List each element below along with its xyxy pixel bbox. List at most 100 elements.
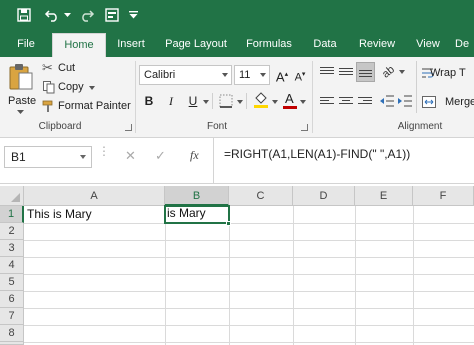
format-painter-label: Format Painter: [58, 100, 131, 112]
customize-qat-icon[interactable]: [126, 5, 140, 25]
column-header-d[interactable]: D: [293, 186, 355, 206]
chevron-down-icon: [222, 73, 228, 77]
underline-button[interactable]: U: [185, 92, 201, 110]
column-header-b[interactable]: B: [165, 186, 229, 206]
wrap-text-button[interactable]: Wrap T: [422, 65, 474, 83]
bottom-align-icon[interactable]: [356, 62, 375, 82]
grow-font-icon: A: [275, 69, 285, 85]
row-header-3[interactable]: 3: [0, 240, 24, 257]
font-dialog-launcher-icon[interactable]: [301, 124, 308, 131]
copy-button[interactable]: Copy: [42, 80, 98, 96]
merge-icon: [422, 96, 436, 108]
chevron-down-icon: [260, 73, 266, 77]
clipboard-group-label: Clipboard: [38, 121, 82, 132]
format-painter-button[interactable]: Format Painter: [42, 99, 132, 115]
font-size-select[interactable]: 11: [234, 65, 270, 85]
chevron-down-icon[interactable]: [300, 100, 306, 104]
shrink-font-icon: A: [294, 71, 302, 84]
decrease-indent-icon[interactable]: [380, 94, 394, 108]
row-header-4[interactable]: 4: [0, 257, 24, 274]
svg-text:ab: ab: [381, 64, 397, 79]
column-header-a[interactable]: A: [24, 186, 165, 206]
row-header-5[interactable]: 5: [0, 274, 24, 291]
name-box[interactable]: B1: [4, 146, 92, 168]
gridline: [229, 206, 230, 345]
paintbrush-icon: [42, 100, 53, 112]
cell-b1[interactable]: is Mary: [164, 205, 230, 224]
font-name-select[interactable]: Calibri: [139, 65, 232, 85]
middle-align-icon[interactable]: [339, 65, 355, 79]
align-right-icon[interactable]: [358, 95, 374, 109]
font-color-button[interactable]: A: [283, 91, 297, 109]
top-align-icon[interactable]: [320, 65, 336, 79]
column-header-c[interactable]: C: [229, 186, 293, 206]
font-name-value: Calibri: [144, 69, 176, 81]
formula-input[interactable]: =RIGHT(A1,LEN(A1)-FIND(" ",A1)): [213, 138, 474, 183]
tab-file[interactable]: File: [8, 31, 44, 57]
worksheet-grid: A B C D E F 1 2 3 4 5 6 7 8 9 This is Ma…: [0, 186, 474, 345]
borders-icon[interactable]: [219, 94, 233, 108]
italic-button[interactable]: I: [163, 92, 179, 110]
enter-icon[interactable]: ✓: [155, 148, 166, 164]
redo-icon[interactable]: [78, 5, 96, 25]
chevron-down-icon[interactable]: [272, 100, 278, 104]
tab-developer[interactable]: De: [455, 31, 474, 57]
bold-button[interactable]: B: [141, 92, 157, 110]
gridline: [24, 240, 474, 241]
tab-review[interactable]: Review: [352, 31, 402, 57]
row-header-2[interactable]: 2: [0, 223, 24, 240]
grow-font-button[interactable]: A▴: [274, 66, 290, 84]
cancel-icon[interactable]: ✕: [125, 148, 136, 164]
clipboard-icon: [9, 64, 33, 90]
clipboard-dialog-launcher-icon[interactable]: [125, 124, 132, 131]
tab-page-layout[interactable]: Page Layout: [160, 31, 232, 57]
shrink-font-button[interactable]: A▾: [292, 66, 308, 84]
tab-view[interactable]: View: [410, 31, 446, 57]
gridline: [165, 206, 166, 345]
orientation-icon[interactable]: ab: [381, 63, 397, 79]
copy-label: Copy: [58, 81, 84, 93]
column-header-f[interactable]: F: [413, 186, 474, 206]
save-icon[interactable]: [14, 5, 34, 25]
chevron-down-icon[interactable]: [203, 100, 209, 104]
insert-function-icon[interactable]: fx: [190, 148, 199, 163]
chevron-down-icon[interactable]: [62, 5, 72, 25]
align-center-icon[interactable]: [339, 95, 355, 109]
undo-icon[interactable]: [42, 5, 62, 25]
alignment-group-label: Alignment: [397, 121, 443, 132]
gridline: [355, 206, 356, 345]
title-bar: [0, 0, 474, 31]
align-left-icon[interactable]: [320, 95, 336, 109]
row-header-6[interactable]: 6: [0, 291, 24, 308]
increase-indent-icon[interactable]: [398, 94, 412, 108]
ribbon: Paste ✂ Cut Copy Format Painter Clipboar…: [0, 57, 474, 138]
chevron-down-icon: [17, 110, 24, 114]
scissors-icon: ✂: [42, 60, 53, 75]
row-header-7[interactable]: 7: [0, 308, 24, 325]
paste-button[interactable]: Paste: [6, 63, 37, 114]
select-all-button[interactable]: [0, 186, 24, 206]
formula-bar-splitter[interactable]: ⋮: [98, 145, 110, 163]
group-divider: [312, 61, 313, 133]
tab-formulas[interactable]: Formulas: [240, 31, 298, 57]
merge-center-button[interactable]: Merge: [422, 94, 474, 112]
tab-insert[interactable]: Insert: [110, 31, 152, 57]
cut-button[interactable]: ✂ Cut: [42, 60, 92, 77]
row-header-1[interactable]: 1: [0, 206, 24, 223]
name-box-value: B1: [11, 150, 26, 164]
form-icon[interactable]: [102, 5, 122, 25]
toolbar-divider: [416, 61, 417, 113]
cell-a1[interactable]: This is Mary: [25, 206, 164, 223]
paste-label: Paste: [8, 95, 37, 107]
toolbar-divider: [246, 93, 247, 109]
chevron-down-icon[interactable]: [237, 100, 243, 104]
gridline: [24, 274, 474, 275]
fill-color-icon[interactable]: [253, 92, 269, 108]
column-header-e[interactable]: E: [355, 186, 413, 206]
tab-data[interactable]: Data: [306, 31, 344, 57]
chevron-down-icon[interactable]: [399, 70, 405, 74]
tab-home[interactable]: Home: [52, 33, 106, 57]
row-header-8[interactable]: 8: [0, 325, 24, 342]
gridline: [24, 342, 474, 343]
fill-handle[interactable]: [226, 221, 231, 226]
